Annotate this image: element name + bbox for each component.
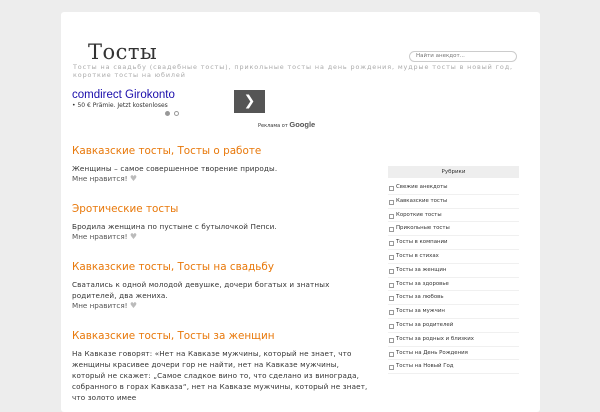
category-link[interactable]: Тосты за любовь [396,294,444,300]
category-link[interactable]: Тосты за родных и близких [396,336,474,342]
ad-block[interactable]: comdirect Girokonto • 50 € Prämie. Jetzt… [72,89,202,109]
post-body: Бродила женщина по пустыне с бутылочкой … [72,222,277,231]
post-title[interactable]: Эротические тосты [72,203,372,215]
category-item[interactable]: Свежие анекдоты [388,181,519,195]
category-item[interactable]: Тосты за женщин [388,264,519,278]
bullet-icon [389,337,394,343]
like-label: Мне нравится! [72,174,128,183]
like-control[interactable]: Мне нравится! ♥ [72,174,372,184]
category-link[interactable]: Прикольные тосты [396,225,450,231]
search-input[interactable] [409,51,517,62]
post-title[interactable]: Кавказские тосты, Тосты на свадьбу [72,261,372,273]
heart-icon[interactable]: ♥ [130,232,137,242]
bullet-icon [389,296,394,302]
google-logo: Google [289,120,316,129]
category-item[interactable]: Кавказские тосты [388,195,519,209]
heart-icon[interactable]: ♥ [130,174,137,184]
bullet-icon [389,268,394,274]
bullet-icon [389,282,394,288]
ad-pager [165,111,179,116]
site-title[interactable]: Тосты [88,40,157,64]
category-link[interactable]: Тосты на Новый Год [396,363,454,369]
category-item[interactable]: Тосты за любовь [388,291,519,306]
like-label: Мне нравится! [72,301,128,310]
category-link[interactable]: Тосты на День Рождения [396,350,468,356]
post: Кавказские тосты, Тосты на свадьбу Свата… [72,261,372,311]
page-container: Тосты Тосты на свадьбу (свадебные тосты)… [61,12,540,412]
ad-next-arrow-icon[interactable]: ❯ [234,90,265,113]
sidebar-categories: Рубрики Свежие анекдоты Кавказские тосты… [388,166,519,375]
category-item[interactable]: Тосты за родителей [388,319,519,333]
post-body: Сватались к одной молодой девушке, дочер… [72,280,330,300]
category-link[interactable]: Тосты за здоровье [396,281,449,287]
ad-attribution-label: Реклама от [258,123,288,129]
bullet-icon [389,241,394,247]
category-link[interactable]: Свежие анекдоты [396,184,447,190]
post-title[interactable]: Кавказские тосты, Тосты о работе [72,145,372,157]
like-control[interactable]: Мне нравится! ♥ [72,301,372,311]
category-link[interactable]: Тосты за родителей [396,322,453,328]
category-item[interactable]: Тосты за здоровье [388,278,519,292]
bullet-icon [389,213,394,219]
ad-pager-dot[interactable] [174,111,179,116]
bullet-icon [389,323,394,329]
post: Кавказские тосты, Тосты за женщин На Кав… [72,330,372,403]
category-link[interactable]: Тосты в стихах [396,253,439,259]
category-item[interactable]: Тосты за мужчин [388,305,519,319]
category-item[interactable]: Тосты за родных и близких [388,333,519,347]
category-link[interactable]: Кавказские тосты [396,198,447,204]
like-control[interactable]: Мне нравится! ♥ [72,232,372,242]
category-link[interactable]: Тосты в компании [396,239,448,245]
post-body: На Кавказе говорят: «Нет на Кавказе мужч… [72,349,368,402]
bullet-icon [389,351,394,357]
category-item[interactable]: Тосты в компании [388,236,519,250]
ad-pager-dot[interactable] [165,111,170,116]
bullet-icon [389,186,394,191]
bullet-icon [389,310,394,316]
category-list: Свежие анекдоты Кавказские тосты Коротки… [388,181,519,375]
bullet-icon [389,254,394,260]
site-tagline: Тосты на свадьбу (свадебные тосты), прик… [73,63,513,79]
post-body: Женщины – самое совершенное творение при… [72,164,278,173]
category-link[interactable]: Короткие тосты [396,212,442,218]
category-item[interactable]: Прикольные тосты [388,222,519,237]
category-item[interactable]: Тосты в стихах [388,250,519,264]
post: Эротические тосты Бродила женщина по пус… [72,203,372,242]
ad-title[interactable]: comdirect Girokonto [72,89,202,101]
category-link[interactable]: Тосты за мужчин [396,308,445,314]
ad-attribution[interactable]: Реклама от Google [258,120,315,129]
ad-text: • 50 € Prämie. Jetzt kostenloses [72,102,168,109]
bullet-icon [389,199,394,205]
sidebar-heading: Рубрики [388,166,519,178]
post-title[interactable]: Кавказские тосты, Тосты за женщин [72,330,372,342]
category-item[interactable]: Короткие тосты [388,209,519,223]
heart-icon[interactable]: ♥ [130,301,137,311]
category-item[interactable]: Тосты на Новый Год [388,360,519,375]
bullet-icon [389,227,394,233]
category-link[interactable]: Тосты за женщин [396,267,446,273]
bullet-icon [389,365,394,371]
category-item[interactable]: Тосты на День Рождения [388,347,519,361]
post: Кавказские тосты, Тосты о работе Женщины… [72,145,372,184]
like-label: Мне нравится! [72,232,128,241]
